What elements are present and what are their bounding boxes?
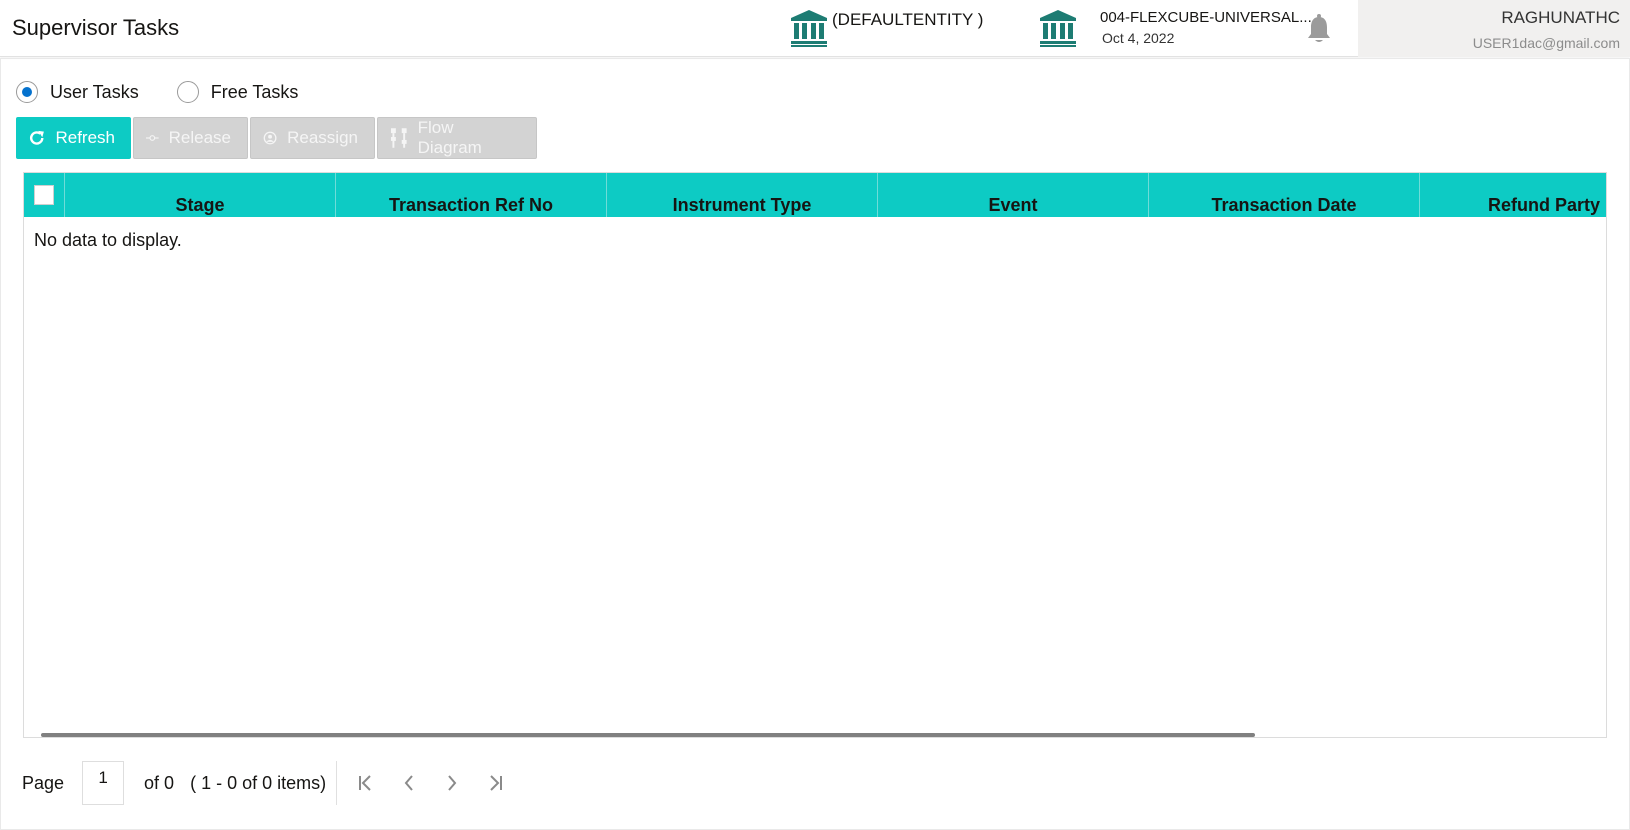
radio-user-tasks[interactable]: User Tasks bbox=[16, 81, 139, 103]
column-header-refund-party[interactable]: Refund Party bbox=[1420, 173, 1606, 217]
column-header-transaction-ref-no[interactable]: Transaction Ref No bbox=[336, 173, 607, 217]
release-icon bbox=[146, 135, 159, 141]
pagination: Page 1 of 0 ( 1 - 0 of 0 items) bbox=[22, 761, 527, 805]
branch-label[interactable]: 004-FLEXCUBE-UNIVERSAL... bbox=[1100, 9, 1312, 26]
radio-user-tasks-label: User Tasks bbox=[50, 81, 139, 102]
tasks-grid: Stage Transaction Ref No Instrument Type… bbox=[23, 172, 1607, 738]
column-header-event[interactable]: Event bbox=[878, 173, 1149, 217]
pager-divider bbox=[336, 761, 338, 805]
first-page-button[interactable] bbox=[355, 772, 377, 794]
radio-free-tasks[interactable]: Free Tasks bbox=[176, 81, 299, 103]
reassign-label: Reassign bbox=[287, 128, 358, 147]
task-type-radio-group: User Tasks Free Tasks bbox=[16, 80, 336, 104]
user-profile[interactable]: RAGHUNATHC USER1dac@gmail.com bbox=[1358, 0, 1630, 57]
horizontal-scrollbar[interactable] bbox=[41, 733, 1255, 737]
flow-diagram-label: Flow Diagram bbox=[417, 118, 482, 157]
flow-diagram-button[interactable]: Flow Diagram bbox=[377, 117, 537, 159]
app-header: Supervisor Tasks (DEFAULTENTITY ) 004-FL… bbox=[0, 0, 1630, 57]
select-all-cell bbox=[24, 173, 65, 217]
user-name: RAGHUNATHC bbox=[1501, 8, 1620, 27]
last-page-icon bbox=[490, 775, 503, 791]
previous-page-button[interactable] bbox=[398, 772, 420, 794]
reassign-button[interactable]: Reassign bbox=[250, 117, 375, 159]
page-title: Supervisor Tasks bbox=[12, 15, 180, 40]
column-header-stage[interactable]: Stage bbox=[65, 173, 336, 217]
entity-bank-icon bbox=[791, 10, 827, 47]
user-email: USER1dac@gmail.com bbox=[1472, 35, 1620, 51]
page-count: of 0 bbox=[144, 772, 175, 793]
refresh-label: Refresh bbox=[55, 128, 115, 147]
reassign-icon bbox=[263, 131, 277, 145]
entity-label[interactable]: (DEFAULTENTITY ) bbox=[832, 10, 983, 30]
select-all-checkbox[interactable] bbox=[34, 185, 54, 205]
radio-user-tasks-circle[interactable] bbox=[16, 81, 38, 103]
empty-grid-message: No data to display. bbox=[34, 230, 182, 250]
first-page-icon bbox=[359, 775, 371, 791]
page-label: Page bbox=[22, 772, 65, 793]
release-label: Release bbox=[168, 128, 231, 147]
column-header-transaction-date[interactable]: Transaction Date bbox=[1149, 173, 1420, 217]
branch-bank-icon bbox=[1040, 10, 1076, 47]
grid-header-row: Stage Transaction Ref No Instrument Type… bbox=[24, 173, 1606, 217]
chevron-right-icon bbox=[448, 775, 457, 791]
column-header-instrument-type[interactable]: Instrument Type bbox=[607, 173, 878, 217]
next-page-button[interactable] bbox=[441, 772, 463, 794]
items-summary: ( 1 - 0 of 0 items) bbox=[190, 772, 327, 793]
page-number-input[interactable]: 1 bbox=[82, 761, 125, 805]
task-toolbar: Refresh Release Reassign Flow Diagram bbox=[16, 117, 539, 159]
radio-free-tasks-label: Free Tasks bbox=[210, 81, 299, 102]
last-page-button[interactable] bbox=[484, 772, 506, 794]
radio-free-tasks-circle[interactable] bbox=[176, 81, 199, 103]
refresh-button[interactable]: Refresh bbox=[16, 117, 131, 159]
chevron-left-icon bbox=[404, 775, 413, 791]
flow-diagram-icon bbox=[390, 128, 407, 148]
release-button[interactable]: Release bbox=[133, 117, 248, 159]
bell-icon[interactable] bbox=[1305, 14, 1333, 44]
branch-date: Oct 4, 2022 bbox=[1102, 30, 1175, 46]
refresh-icon bbox=[30, 130, 44, 145]
